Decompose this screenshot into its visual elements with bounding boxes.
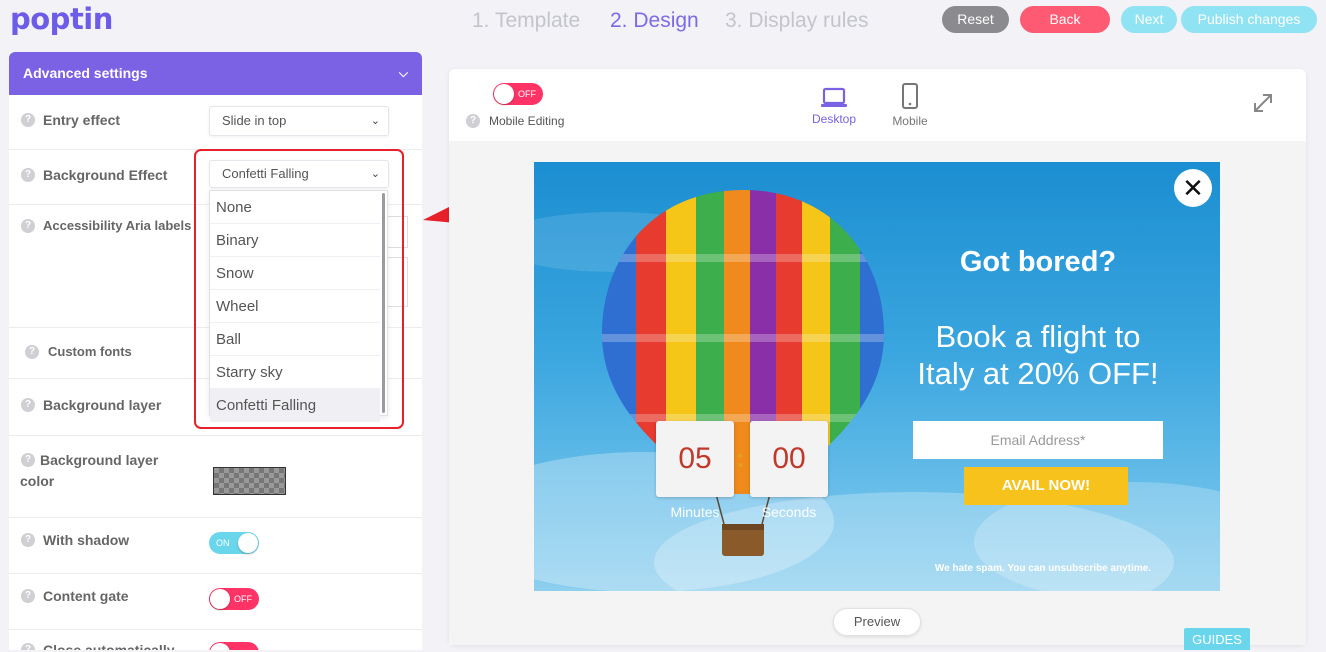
with-shadow-toggle[interactable]: ON bbox=[209, 532, 259, 554]
back-button[interactable]: Back bbox=[1020, 6, 1110, 33]
toggle-knob bbox=[494, 84, 514, 104]
preview-button[interactable]: Preview bbox=[833, 608, 921, 636]
color-swatch[interactable] bbox=[213, 467, 286, 495]
mobile-editing-label: Mobile Editing bbox=[489, 114, 565, 128]
chevron-down-icon: ⌄ bbox=[370, 115, 380, 127]
guides-tab[interactable]: GUIDES bbox=[1184, 628, 1250, 650]
entry-effect-value: Slide in top bbox=[222, 113, 287, 128]
top-bar: poptin 1. Template 2. Design 3. Display … bbox=[0, 0, 1326, 44]
avail-now-button[interactable]: AVAIL NOW! bbox=[964, 467, 1128, 505]
desktop-label: Desktop bbox=[811, 112, 857, 126]
background-effect-label: Background Effect bbox=[43, 167, 168, 183]
desktop-device-button[interactable]: Desktop bbox=[809, 87, 859, 127]
hot-air-balloon-image bbox=[602, 190, 884, 556]
custom-fonts-label: Custom fonts bbox=[48, 344, 132, 359]
time-separator: : bbox=[736, 443, 745, 473]
background-layer-color-label-1: Background layer bbox=[40, 452, 159, 468]
close-automatically-toggle[interactable] bbox=[209, 642, 259, 650]
help-icon[interactable]: ? bbox=[21, 589, 35, 603]
step-display-rules[interactable]: 3. Display rules bbox=[725, 9, 869, 33]
help-icon[interactable]: ? bbox=[21, 533, 35, 547]
entry-effect-label: Entry effect bbox=[43, 112, 121, 128]
mobile-editing-toggle[interactable]: OFF bbox=[493, 83, 543, 105]
popup-subheading: Book a flight to Italy at 20% OFF! bbox=[917, 319, 1159, 391]
toggle-knob bbox=[238, 533, 258, 553]
with-shadow-label: With shadow bbox=[43, 532, 130, 548]
help-icon[interactable]: ? bbox=[21, 168, 35, 182]
toggle-state: OFF bbox=[234, 594, 252, 604]
laptop-icon bbox=[821, 87, 847, 107]
seconds-box: 00 bbox=[750, 421, 828, 497]
toggle-state: ON bbox=[216, 538, 230, 548]
help-icon[interactable]: ? bbox=[466, 114, 480, 128]
step-design[interactable]: 2. Design bbox=[610, 9, 699, 33]
background-layer-label: Background layer bbox=[43, 397, 162, 413]
close-automatically-label: Close automatically bbox=[43, 642, 175, 650]
mobile-device-button[interactable]: Mobile bbox=[885, 83, 935, 128]
toggle-knob bbox=[210, 589, 230, 609]
close-automatically-row: ? Close automatically bbox=[9, 630, 422, 650]
highlight-box bbox=[194, 149, 404, 429]
publish-changes-button[interactable]: Publish changes bbox=[1181, 6, 1317, 33]
mobile-icon bbox=[902, 83, 918, 109]
background-layer-color-row: ? Background layer color bbox=[9, 436, 422, 518]
content-gate-toggle[interactable]: OFF bbox=[209, 588, 259, 610]
seconds-label: Seconds bbox=[761, 504, 817, 520]
popup-heading: Got bored? bbox=[959, 246, 1117, 278]
panel-header[interactable]: Advanced settings ⌵ bbox=[9, 52, 422, 95]
popup-close-button[interactable]: ✕ bbox=[1174, 169, 1212, 207]
help-icon[interactable]: ? bbox=[21, 643, 35, 650]
minutes-box: 05 bbox=[656, 421, 734, 497]
expand-icon[interactable] bbox=[1251, 91, 1275, 115]
next-button[interactable]: Next bbox=[1121, 6, 1177, 33]
popup-footer-text: We hate spam. You can unsubscribe anytim… bbox=[934, 563, 1152, 574]
content-gate-row: ? Content gate OFF bbox=[9, 574, 422, 630]
reset-button[interactable]: Reset bbox=[942, 6, 1009, 33]
entry-effect-row: ? Entry effect Slide in top ⌄ bbox=[9, 95, 422, 150]
minutes-label: Minutes bbox=[670, 504, 720, 520]
help-icon[interactable]: ? bbox=[21, 453, 35, 467]
help-icon[interactable]: ? bbox=[25, 345, 39, 359]
aria-labels-label: Accessibility Aria labels bbox=[43, 218, 192, 233]
poptin-logo[interactable]: poptin bbox=[10, 2, 113, 36]
background-layer-color-label-2: color bbox=[20, 473, 55, 489]
help-icon[interactable]: ? bbox=[21, 219, 35, 233]
help-icon[interactable]: ? bbox=[21, 113, 35, 127]
panel-title: Advanced settings bbox=[23, 65, 148, 81]
mobile-label: Mobile bbox=[892, 114, 928, 128]
toggle-knob bbox=[210, 643, 230, 650]
toggle-state: OFF bbox=[518, 89, 536, 99]
help-icon[interactable]: ? bbox=[21, 398, 35, 412]
content-gate-label: Content gate bbox=[43, 588, 129, 604]
chevron-down-icon[interactable]: ⌵ bbox=[399, 52, 408, 95]
entry-effect-select[interactable]: Slide in top ⌄ bbox=[209, 106, 389, 136]
email-input[interactable]: Email Address* bbox=[913, 421, 1163, 459]
step-template[interactable]: 1. Template bbox=[472, 9, 580, 33]
with-shadow-row: ? With shadow ON bbox=[9, 518, 422, 574]
